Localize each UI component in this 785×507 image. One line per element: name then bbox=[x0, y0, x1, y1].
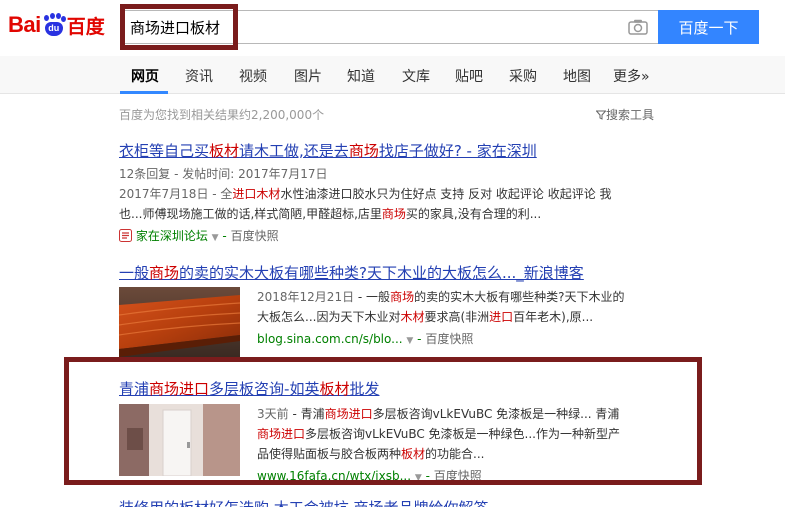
logo-bai: Bai bbox=[8, 12, 41, 37]
tab-tieba[interactable]: 贴吧 bbox=[455, 66, 483, 86]
result-1-abstract-line2: 也...师傅现场施工做的话,样式简陋,甲醛超标,店里商场买的家具,没有合理的利.… bbox=[119, 204, 541, 224]
abstract-highlight: 进口 bbox=[232, 187, 257, 201]
tab-caigou[interactable]: 采购 bbox=[509, 66, 537, 86]
result-2-abstract-line1: 2018年12月21日 - 一般商场的卖的实木大板有哪些种类?天下木业的 bbox=[257, 287, 624, 307]
result-2-thumbnail[interactable] bbox=[119, 287, 240, 357]
tab-video[interactable]: 视频 bbox=[239, 66, 267, 86]
tab-zhidao[interactable]: 知道 bbox=[347, 66, 375, 86]
camera-icon[interactable] bbox=[628, 19, 648, 35]
filter-icon bbox=[595, 110, 607, 120]
abstract-highlight: 商场 bbox=[390, 290, 415, 304]
title-text: 衣柜等自己买 bbox=[119, 142, 210, 160]
title-highlight: 板材 bbox=[209, 142, 240, 160]
title-highlight: 商场 bbox=[149, 264, 180, 282]
abstract-text: 买的家具,没有合理的利... bbox=[405, 207, 542, 221]
result-2-title[interactable]: 一般商场的卖的实木大板有哪些种类?天下木业的大板怎么..._新浪博客 bbox=[119, 262, 584, 283]
source-name[interactable]: 家在深圳论坛 bbox=[136, 229, 208, 243]
paw-icon: du bbox=[42, 13, 66, 37]
result-1-abstract-line1: 2017年7月18日 - 全进口木材水性油漆进口胶水只为住好点 支持 反对 收起… bbox=[119, 184, 612, 204]
search-button[interactable]: 百度一下 bbox=[658, 10, 759, 44]
title-text: 找店子做好? - 家在深圳 bbox=[378, 142, 537, 160]
abstract-highlight: 进口 bbox=[489, 310, 514, 324]
dropdown-arrow-icon[interactable]: ▼ bbox=[212, 233, 219, 243]
tab-map[interactable]: 地图 bbox=[563, 66, 591, 86]
result-1-source: 家在深圳论坛 ▼ - 百度快照 bbox=[119, 227, 279, 244]
abstract-text: 也...师傅现场施工做的话,样式简陋,甲醛超标,店里 bbox=[119, 207, 382, 221]
result-4-title[interactable]: 装修用的板材好怎选购,木工会被坑,商场老品牌给你解答 bbox=[119, 497, 489, 507]
logo-cn: 百度 bbox=[66, 15, 105, 38]
dropdown-arrow-icon[interactable]: ▼ bbox=[406, 336, 413, 346]
abstract-text: - 一般 bbox=[354, 290, 391, 304]
tab-news[interactable]: 资讯 bbox=[185, 66, 213, 86]
result-highlight-box bbox=[64, 357, 702, 485]
logo-du: du bbox=[48, 23, 60, 33]
cache-link[interactable]: 百度快照 bbox=[425, 332, 473, 346]
search-highlight-box bbox=[120, 4, 238, 50]
header: Bai du 百度 百度一下 bbox=[0, 0, 785, 56]
abstract-text: 要求高(非洲 bbox=[424, 310, 490, 324]
title-text: 请木工做,还是去 bbox=[239, 142, 349, 160]
active-tab-indicator bbox=[120, 91, 168, 94]
result-count: 百度为您找到相关结果约2,200,000个 bbox=[119, 108, 325, 122]
title-text: 一般 bbox=[119, 264, 150, 282]
abstract-date: 2018年12月21日 bbox=[257, 290, 355, 304]
tab-wenku[interactable]: 文库 bbox=[402, 66, 430, 86]
baidu-logo[interactable]: Bai du 百度 bbox=[8, 10, 105, 40]
title-highlight: 商场 bbox=[348, 142, 379, 160]
abstract-text: 水性油漆进口胶水只为住好点 支持 反对 收起评论 收起评论 我 bbox=[280, 187, 612, 201]
abstract-highlight: 商场 bbox=[381, 207, 406, 221]
search-tabs: 网页 资讯 视频 图片 知道 文库 贴吧 采购 地图 更多» bbox=[0, 56, 785, 94]
tab-images[interactable]: 图片 bbox=[294, 66, 322, 86]
tab-more[interactable]: 更多» bbox=[613, 66, 650, 86]
abstract-highlight: 木材 bbox=[256, 187, 281, 201]
abstract-highlight: 木材 bbox=[400, 310, 425, 324]
forum-icon bbox=[119, 229, 132, 242]
url-text[interactable]: blog.sina.com.cn/s/blo... bbox=[257, 332, 403, 346]
wood-slab-image bbox=[119, 287, 240, 357]
search-tools[interactable]: 搜索工具 bbox=[595, 106, 655, 123]
title-text: 的卖的实木大板有哪些种类?天下木业的大板怎么..._新浪博客 bbox=[179, 264, 584, 282]
tab-web[interactable]: 网页 bbox=[131, 66, 159, 86]
abstract-text: 的卖的实木大板有哪些种类?天下木业的 bbox=[414, 290, 625, 304]
result-2-abstract-line2: 大板怎么...因为天下木业对木材要求高(非洲进口百年老木),原... bbox=[257, 307, 593, 327]
result-2-url: blog.sina.com.cn/s/blo... ▼ - 百度快照 bbox=[257, 332, 474, 346]
abstract-text: 百年老木),原... bbox=[513, 310, 594, 324]
cache-link[interactable]: 百度快照 bbox=[231, 229, 279, 243]
abstract-text: 大板怎么...因为天下木业对 bbox=[257, 310, 401, 324]
abstract-text: 2017年7月18日 - 全 bbox=[119, 187, 233, 201]
search-tools-label: 搜索工具 bbox=[606, 108, 655, 122]
result-1-meta: 12条回复 - 发帖时间: 2017年7月17日 bbox=[119, 167, 328, 181]
result-1-title[interactable]: 衣柜等自己买板材请木工做,还是去商场找店子做好? - 家在深圳 bbox=[119, 140, 537, 161]
